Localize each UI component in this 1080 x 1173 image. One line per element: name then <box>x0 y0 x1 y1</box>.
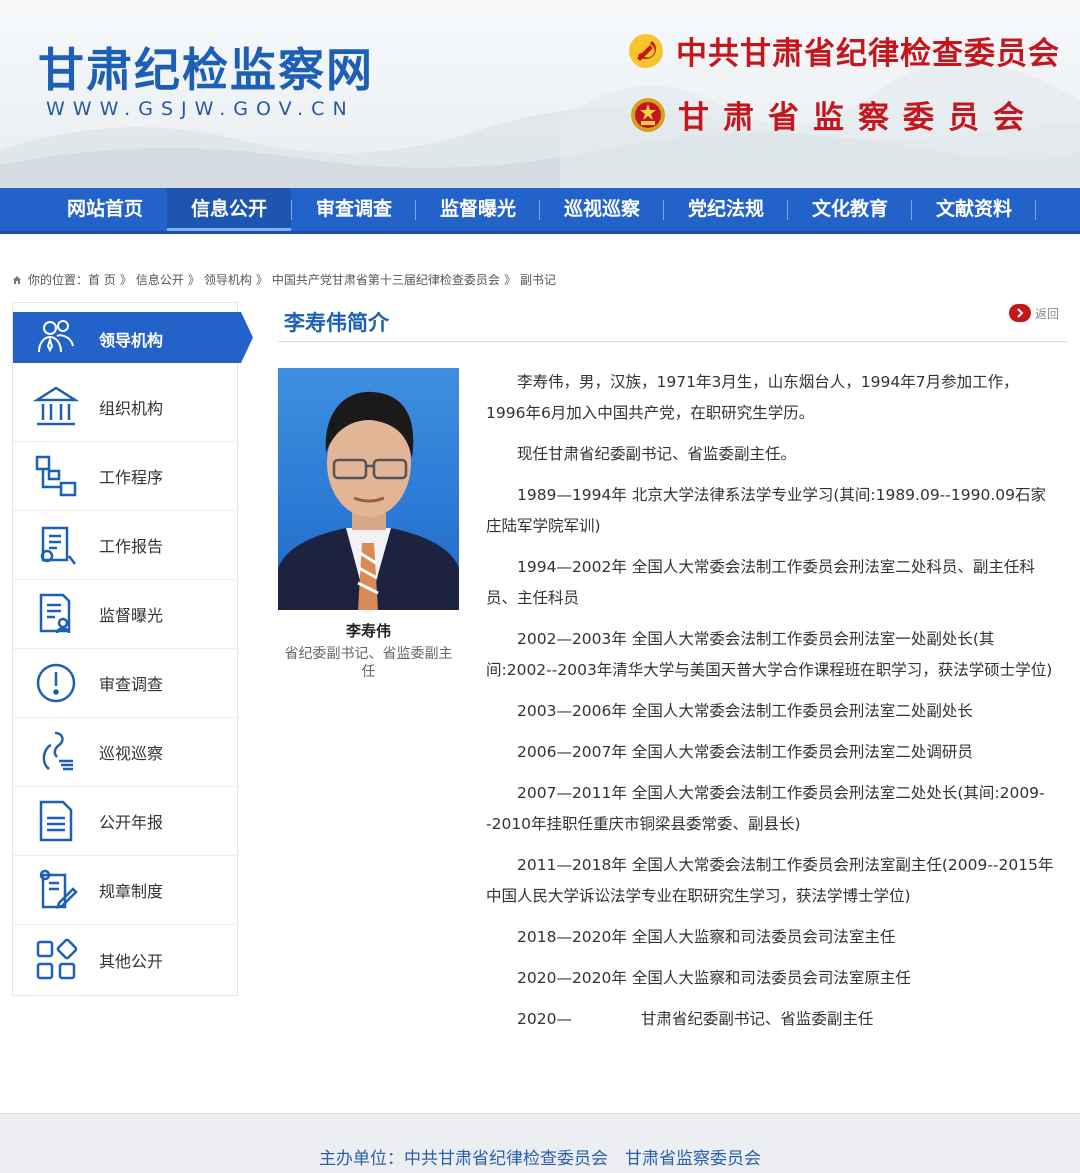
sidebar-item-label: 审查调查 <box>99 675 164 694</box>
breadcrumb: 你的位置： 首 页 》 信息公开 》 领导机构 》 中国共产党甘肃省第十三届纪律… <box>12 271 556 288</box>
sidebar-item-report[interactable]: 工作报告 <box>13 511 237 580</box>
sidebar-item-label: 公开年报 <box>99 813 164 832</box>
org-name-ccdi: 中共甘肃省纪律检查委员会 <box>676 36 1060 72</box>
footer-host-info: 主办单位：中共甘肃省纪律检查委员会 甘肃省监察委员会 <box>319 1149 761 1169</box>
breadcrumb-item-leaders[interactable]: 领导机构 <box>204 271 252 288</box>
sidebar-item-label: 组织机构 <box>99 399 164 418</box>
main-nav: 网站首页 信息公开 审查调查 监督曝光 巡视巡察 党纪法规 文化教育 文献资料 <box>0 188 1080 234</box>
supervise-icon <box>39 593 71 634</box>
sidebar-item-inspection[interactable]: 巡视巡察 <box>13 718 237 787</box>
bio-paragraph: 2003—2006年 全国人大常委会法制工作委员会刑法室二处副处长 <box>517 702 973 720</box>
breadcrumb-item-info-public[interactable]: 信息公开 <box>136 271 184 288</box>
site-header: 甘肃纪检监察网 WWW.GSJW.GOV.CN 中共甘肃省纪律检查委员会 甘肃省… <box>0 0 1080 188</box>
inspect-icon <box>42 731 73 771</box>
nav-item-investigation[interactable]: 审查调查 <box>292 188 416 231</box>
nav-item-info-public[interactable]: 信息公开 <box>167 188 291 231</box>
sidebar-item-investigation[interactable]: 审查调查 <box>13 649 237 718</box>
breadcrumb-separator: 》 <box>119 273 132 287</box>
sidebar-item-annual-report[interactable]: 公开年报 <box>13 787 237 856</box>
breadcrumb-item-home[interactable]: 首 页 <box>88 271 116 288</box>
sidebar-item-label: 规章制度 <box>99 882 164 901</box>
site-footer: 主办单位：中共甘肃省纪律检查委员会 甘肃省监察委员会 <box>0 1113 1080 1173</box>
breadcrumb-item-committee[interactable]: 中国共产党甘肃省第十三届纪律检查委员会 <box>272 271 500 288</box>
breadcrumb-separator: 》 <box>255 273 268 287</box>
bio-paragraph: 2002—2003年 全国人大常委会法制工作委员会刑法室一处副处长(其间:200… <box>486 630 1053 679</box>
sidebar-item-procedure[interactable]: 工作程序 <box>13 442 237 511</box>
document-icon <box>39 800 73 842</box>
sidebar-item-label: 工作程序 <box>99 468 164 487</box>
sidebar: 领导机构 组织机构 工作程序 工作报告 监督曝光 审查调查 巡视巡察 公开年报 … <box>12 302 253 996</box>
chevron-right-icon <box>1009 304 1031 322</box>
nav-item-regulations[interactable]: 党纪法规 <box>664 188 788 231</box>
home-icon <box>13 275 21 284</box>
party-emblem-icon <box>629 33 663 68</box>
bio-paragraph: 李寿伟，男，汉族，1971年3月生，山东烟台人，1994年7月参加工作，1996… <box>486 373 1019 422</box>
sidebar-item-label: 监督曝光 <box>99 606 164 625</box>
breadcrumb-item-current[interactable]: 副书记 <box>520 271 556 288</box>
sidebar-item-rules[interactable]: 规章制度 <box>13 856 237 925</box>
nav-item-literature[interactable]: 文献资料 <box>912 188 1036 231</box>
alert-icon <box>36 663 76 703</box>
nav-item-inspection[interactable]: 巡视巡察 <box>540 188 664 231</box>
grid-icon <box>36 938 78 979</box>
bio-paragraph: 2007—2011年 全国人大常委会法制工作委员会刑法室二处处长(其间:2009… <box>486 784 1045 833</box>
site-url: WWW.GSJW.GOV.CN <box>46 98 355 120</box>
national-emblem-icon <box>631 97 665 132</box>
breadcrumb-separator: 》 <box>187 273 200 287</box>
nav-item-exposure[interactable]: 监督曝光 <box>416 188 540 231</box>
page-title: 李寿伟简介 <box>284 311 389 335</box>
flow-icon <box>35 455 77 497</box>
leaders-icon <box>38 320 74 353</box>
sidebar-item-leaders[interactable]: 领导机构 <box>13 312 253 363</box>
sidebar-item-organization[interactable]: 组织机构 <box>13 373 237 442</box>
bio-paragraph: 现任甘肃省纪委副书记、省监委副主任。 <box>517 445 797 463</box>
bio-paragraph: 2011—2018年 全国人大常委会法制工作委员会刑法室副主任(2009--20… <box>486 856 1054 905</box>
person-name: 李寿伟 <box>345 622 391 640</box>
sidebar-item-other[interactable]: 其他公开 <box>13 925 237 994</box>
bio-paragraph: 2020— 甘肃省纪委副书记、省监委副主任 <box>517 1010 874 1028</box>
sidebar-item-label: 其他公开 <box>99 951 164 971</box>
sidebar-item-label: 领导机构 <box>99 331 164 350</box>
building-icon <box>33 386 79 426</box>
bio-paragraph: 1994—2002年 全国人大常委会法制工作委员会刑法室二处科员、副主任科员、主… <box>486 558 1035 607</box>
biography: 李寿伟，男，汉族，1971年3月生，山东烟台人，1994年7月参加工作，1996… <box>486 367 1058 1045</box>
breadcrumb-prefix: 你的位置： <box>28 273 89 287</box>
bio-paragraph: 2020—2020年 全国人大监察和司法委员会司法室原主任 <box>517 969 911 987</box>
nav-separator <box>1035 200 1036 220</box>
report-icon <box>40 526 76 565</box>
portrait-illustration <box>278 391 459 610</box>
sidebar-item-label: 巡视巡察 <box>99 744 164 763</box>
bio-paragraph: 2018—2020年 全国人大监察和司法委员会司法室主任 <box>517 928 896 946</box>
sidebar-item-supervision[interactable]: 监督曝光 <box>13 580 237 649</box>
org-name-supervision: 甘肃省监察委员会 <box>678 100 1038 136</box>
title-divider <box>278 341 1067 342</box>
org-line-ccdi: 中共甘肃省纪律检查委员会 <box>628 28 1060 73</box>
portrait-photo <box>278 368 459 610</box>
org-line-supervision: 甘肃省监察委员会 <box>630 92 1038 137</box>
breadcrumb-separator: 》 <box>503 273 516 287</box>
site-logo-title[interactable]: 甘肃纪检监察网 <box>38 34 374 100</box>
bio-paragraph: 2006—2007年 全国人大常委会法制工作委员会刑法室二处调研员 <box>517 743 973 761</box>
sidebar-item-label: 工作报告 <box>99 537 164 556</box>
rules-icon <box>39 869 78 909</box>
nav-item-home[interactable]: 网站首页 <box>43 188 167 231</box>
back-label: 返回 <box>1035 306 1060 321</box>
person-position: 省纪委副书记、省监委副主任 <box>284 646 453 680</box>
back-button[interactable]: 返回 <box>1009 304 1059 322</box>
nav-item-culture[interactable]: 文化教育 <box>788 188 912 231</box>
bio-paragraph: 1989—1994年 北京大学法律系法学专业学习(其间:1989.09--199… <box>486 486 1046 535</box>
